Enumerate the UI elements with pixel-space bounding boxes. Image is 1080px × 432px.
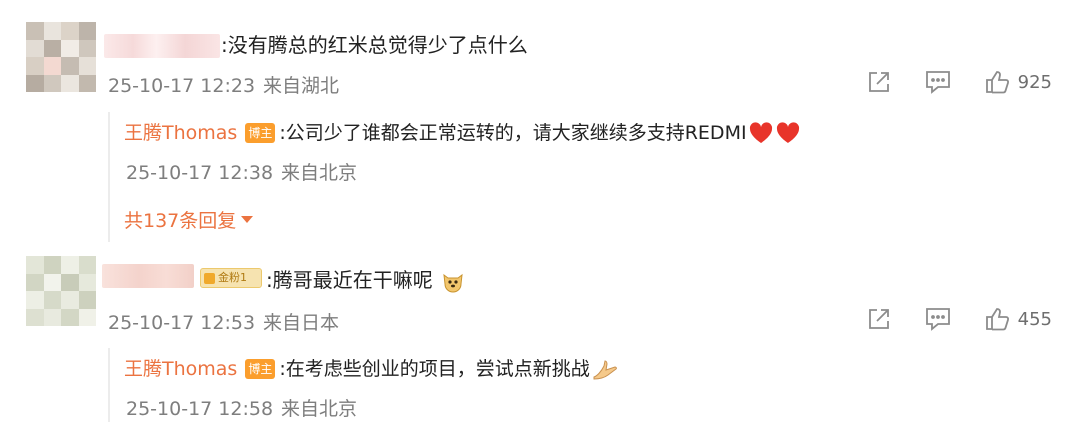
reply-time: 25-10-17 12:38 [126,162,274,184]
praying-hands-icon [593,360,617,380]
comment-time: 25-10-17 12:23 [108,75,256,97]
like-count: 455 [1017,308,1052,330]
comment-time: 25-10-17 12:53 [108,312,256,334]
reply-button[interactable] [924,306,952,332]
host-badge: 博主 [245,123,276,143]
comment-text: :腾哥最近在干嘛呢 [266,268,433,292]
avatar[interactable] [26,256,96,326]
comment-icon [925,308,950,331]
like-button[interactable]: 455 [984,306,1052,332]
reply-item: 王腾Thomas 博主 :公司少了谁都会正常运转的，请大家继续多支持REDMI [124,120,801,146]
reply-item: 王腾Thomas 博主 :在考虑些创业的项目，尝试点新挑战 [124,356,619,382]
share-icon [868,309,889,329]
more-replies-link[interactable]: 共137条回复 [124,206,254,233]
reply-location: 来自北京 [281,162,358,184]
doge-face-icon [443,273,463,293]
reply-time: 25-10-17 12:58 [126,398,274,420]
reply-meta: 25-10-17 12:58 来自北京 [126,394,357,421]
username-blurred[interactable] [104,34,220,58]
reply-meta: 25-10-17 12:38 来自北京 [126,158,357,185]
comment-list: :没有腾总的红米总觉得少了点什么 25-10-17 12:23 来自湖北 925 [0,0,1080,432]
comment-meta: 25-10-17 12:53 来自日本 [108,308,339,335]
more-replies-label: 共137条回复 [124,210,237,232]
reply-author[interactable]: 王腾Thomas [124,356,237,382]
comment-location: 来自日本 [263,312,340,334]
comment-text: :没有腾总的红米总觉得少了点什么 [221,33,528,57]
fan-badge[interactable]: 金粉1 [200,268,262,288]
username-blurred[interactable] [102,264,194,288]
reply-text: :在考虑些创业的项目，尝试点新挑战 [279,358,590,380]
reply-author[interactable]: 王腾Thomas [124,120,237,146]
red-heart-icon [749,122,772,143]
comment-actions: 455 [834,305,1052,333]
comment-meta: 25-10-17 12:23 来自湖北 [108,71,339,98]
reply-location: 来自北京 [281,398,358,420]
reply-button[interactable] [924,69,952,95]
avatar[interactable] [26,22,96,92]
reply-thread: 王腾Thomas 博主 :在考虑些创业的项目，尝试点新挑战 25-10-17 1… [108,348,1050,422]
caret-down-icon [241,216,254,223]
share-button[interactable] [866,306,892,332]
fan-badge-icon [204,272,215,284]
comment-icon [925,71,950,94]
like-button[interactable]: 925 [984,69,1052,95]
comment-location: 来自湖北 [263,75,340,97]
red-heart-icon [776,122,799,143]
fan-badge-label: 金粉1 [218,271,247,284]
share-icon [868,72,889,92]
share-button[interactable] [866,69,892,95]
thumbs-up-icon [985,308,1009,331]
reply-text: :公司少了谁都会正常运转的，请大家继续多支持REDMI [279,122,747,144]
like-count: 925 [1017,71,1052,93]
comment-text-row: :腾哥最近在干嘛呢 [266,268,466,295]
comment-actions: 925 [834,68,1052,96]
host-badge: 博主 [245,359,276,379]
thumbs-up-icon [985,71,1009,94]
reply-thread: 王腾Thomas 博主 :公司少了谁都会正常运转的，请大家继续多支持REDMI … [108,112,1050,242]
